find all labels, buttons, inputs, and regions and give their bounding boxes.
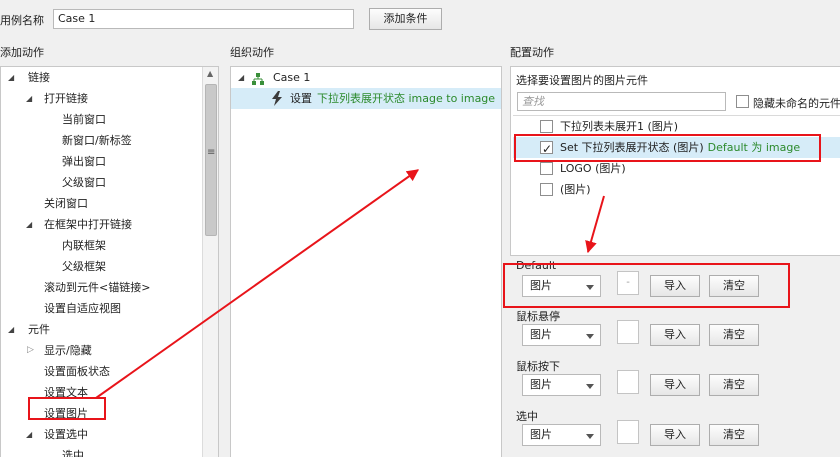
arrow-left-to-middle <box>95 169 419 399</box>
arrow-widget-to-default <box>585 195 605 254</box>
annotation-arrows <box>95 169 605 399</box>
